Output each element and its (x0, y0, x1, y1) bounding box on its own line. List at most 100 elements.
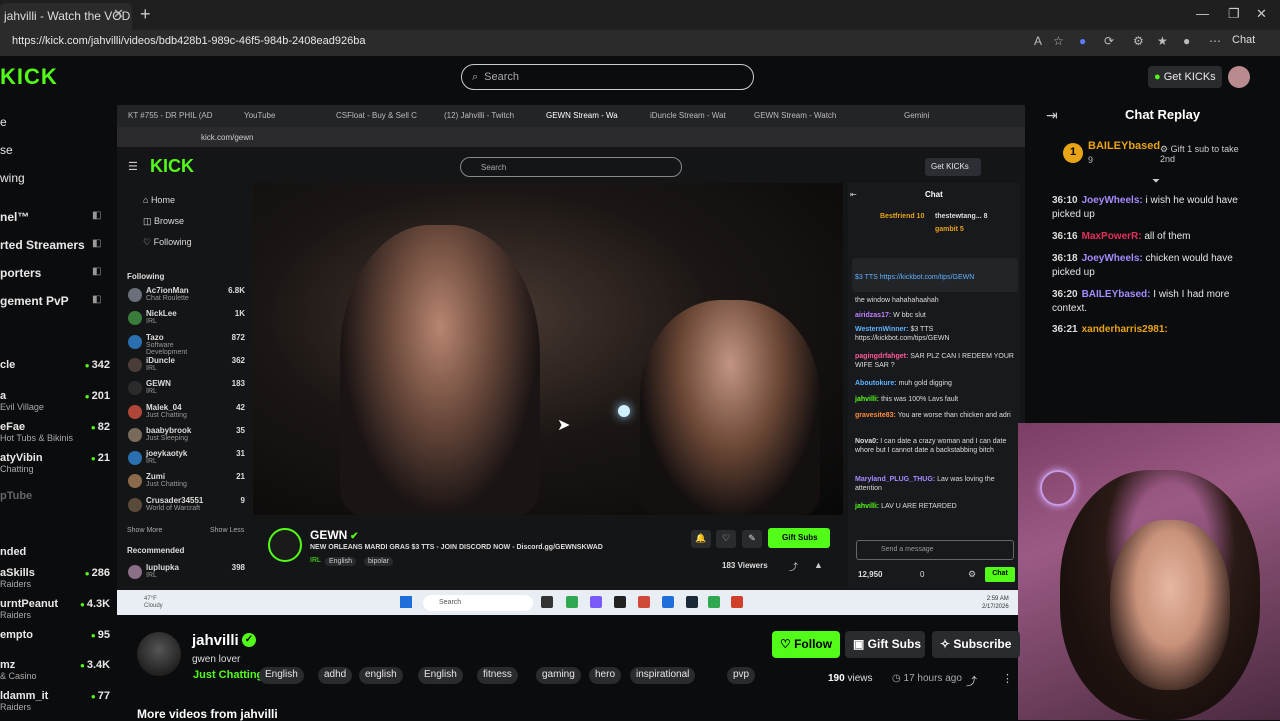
copilot-chat-button[interactable]: Chat (1232, 34, 1255, 46)
channel-avatar (128, 357, 142, 372)
stream-tag: English (325, 557, 356, 566)
gift-count: 0 (920, 570, 925, 579)
sidebar-section-supporters[interactable]: porters (0, 266, 41, 280)
pinned-gifter-name[interactable]: BAILEYbased (1088, 140, 1160, 152)
embedded-send-message: Send a message (856, 540, 1014, 560)
channel-category: Raiders (0, 702, 32, 712)
share-icon[interactable]: ⤴ (966, 673, 977, 689)
channel-category[interactable]: Just Chatting (193, 669, 263, 681)
embedded-following-row: iDuncle IRL (146, 356, 216, 372)
channel-tag[interactable]: pvp (727, 667, 756, 684)
chat-username[interactable]: MaxPowerR: (1082, 231, 1142, 242)
new-tab-icon[interactable]: + (140, 4, 151, 25)
channel-tag[interactable]: English (259, 667, 304, 684)
search-input[interactable]: ⌕ Search (461, 64, 754, 90)
chat-text: W bbc slut (893, 312, 926, 319)
viewer-count: 398 (231, 563, 245, 572)
viewer-count: 183 (231, 379, 245, 389)
pinned-gift-cta[interactable]: ⚙ Gift 1 sub to take 2nd (1160, 144, 1240, 164)
channel-name[interactable]: jahvilli (192, 632, 239, 649)
user-avatar[interactable] (1228, 66, 1250, 88)
favorites-icon[interactable]: ★ (1157, 34, 1168, 48)
gift-subs-button[interactable]: ▣ Gift Subs (845, 631, 925, 658)
embedded-url: kick.com/gewn (201, 133, 254, 142)
read-aloud-icon[interactable]: A (1034, 34, 1042, 48)
embedded-tab: (12) Jahvilli - Twitch (444, 111, 515, 120)
channel-tag[interactable]: inspirational (630, 667, 696, 684)
channel-name: a (0, 390, 7, 402)
channel-tag[interactable]: gaming (536, 667, 581, 684)
channel-category: World of Warcraft (146, 504, 201, 512)
message-timestamp[interactable]: 36:18 (1052, 253, 1078, 264)
hamburger-menu-icon: ☰ (128, 161, 138, 173)
mouse-cursor-icon: ➤ (557, 417, 571, 434)
embedded-following-row: GEWN IRL (146, 379, 216, 395)
chat-username[interactable]: JoeyWheels: (1082, 195, 1143, 206)
heart-icon: ♡ (143, 237, 154, 247)
minimize-icon[interactable]: — (1196, 6, 1209, 21)
viewer-count: 183 Viewers (722, 561, 768, 570)
chat-username[interactable]: JoeyWheels: (1082, 253, 1143, 264)
sidebar-item-home[interactable]: e (0, 115, 7, 129)
extension-icon[interactable]: ● (1079, 34, 1086, 48)
embedded-show-less: Show Less (210, 527, 245, 534)
favorite-star-icon[interactable]: ☆ (1053, 34, 1064, 48)
chat-username[interactable]: xanderharris2981: (1082, 324, 1168, 335)
restore-icon[interactable]: ❐ (1228, 6, 1240, 22)
taskbar-search: Search (423, 595, 533, 611)
weather-desc: Cloudy (144, 603, 163, 609)
sidebar-channel-offline[interactable]: pTube (0, 490, 110, 502)
message-timestamp[interactable]: 36:16 (1052, 231, 1078, 242)
sidebar-item-browse[interactable]: se (0, 143, 13, 157)
refresh-extension-icon[interactable]: ⟳ (1104, 34, 1114, 48)
close-window-icon[interactable]: ✕ (1256, 6, 1267, 22)
embedded-chat-message: Aboutokure: muh gold digging (855, 379, 1015, 388)
profile-icon[interactable]: ● (1183, 34, 1190, 48)
kick-logo[interactable]: KICK (0, 64, 58, 90)
embedded-chat-message: WesternWinner: $3 TTS https://kickbot.co… (855, 325, 1015, 343)
channel-tag[interactable]: hero (589, 667, 622, 684)
more-options-icon[interactable]: ⋮ (1002, 672, 1013, 685)
view-count-number: 190 (828, 673, 845, 684)
sidebar-section-streamers[interactable]: rted Streamers (0, 238, 85, 252)
chevron-down-icon[interactable]: ⏷ (1152, 176, 1160, 187)
windows-start-icon (400, 596, 412, 608)
nav-label: Browse (154, 216, 185, 226)
follow-heart-icon: ♡ (716, 530, 736, 548)
url-text[interactable]: https://kick.com/jahvilli/videos/bdb428b… (12, 35, 365, 47)
channel-avatar[interactable] (137, 632, 181, 676)
channel-avatar (128, 334, 142, 349)
message-timestamp[interactable]: 36:10 (1052, 195, 1078, 206)
more-menu-icon[interactable]: ⋯ (1209, 34, 1221, 48)
sidebar-section-pvp[interactable]: gement PvP (0, 294, 69, 308)
channel-tag[interactable]: english (359, 667, 403, 684)
channel-category: Evil Village (0, 402, 44, 412)
channel-name: iDuncle (146, 355, 175, 365)
channel-bio: gwen lover (192, 654, 241, 665)
collapse-chat-icon[interactable]: ⇥ (1046, 107, 1058, 124)
channel-tag[interactable]: fitness (477, 667, 518, 684)
taskbar-app-icon (566, 596, 578, 608)
chat-username[interactable]: BAILEYbased: (1082, 289, 1151, 300)
tab-close-icon[interactable]: ✕ (113, 6, 124, 22)
message-timestamp[interactable]: 36:21 (1052, 324, 1078, 335)
channel-name: aSkills (0, 567, 35, 579)
channel-tag[interactable]: adhd (318, 667, 353, 684)
embedded-recommended-row: luplupka IRL (146, 563, 216, 579)
follow-button[interactable]: ♡ Follow (772, 631, 840, 658)
get-kicks-button[interactable]: ● Get KICKs (1148, 66, 1222, 88)
embedded-tab: KT #755 - DR PHIL (AD (128, 111, 213, 120)
channel-category: Software Development (146, 341, 188, 356)
chat-replay-message: 36:10 JoeyWheels: i wish he would have pi… (1052, 194, 1262, 222)
channel-category: Raiders (0, 610, 32, 620)
subscribe-button[interactable]: ✧ Subscribe (932, 631, 1020, 658)
upload-time: ◷ 17 hours ago (892, 673, 962, 684)
gift-icon: ▣ (853, 637, 868, 651)
sidebar-section-channel[interactable]: nel™ (0, 210, 29, 224)
extensions-icon[interactable]: ⚙ (1133, 34, 1144, 48)
sidebar-item-following[interactable]: wing (0, 171, 25, 185)
embedded-search: Search (460, 157, 682, 177)
channel-tag[interactable]: English (418, 667, 463, 684)
nav-label: Following (153, 237, 192, 247)
message-timestamp[interactable]: 36:20 (1052, 289, 1078, 300)
